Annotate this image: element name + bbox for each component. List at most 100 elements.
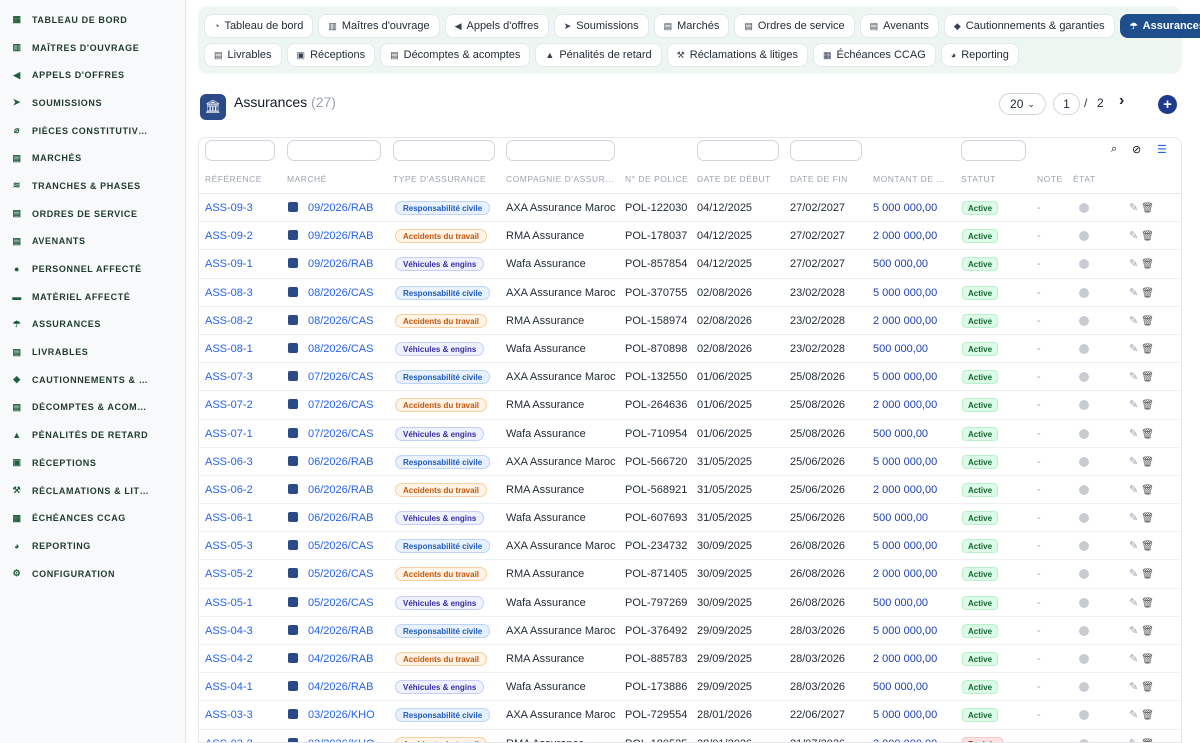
edit-icon[interactable]: ✎ <box>1129 428 1138 440</box>
tab-row1-1[interactable]: ▥ Maîtres d'ouvrage <box>318 14 440 38</box>
trash-icon[interactable]: 🗑 <box>1141 429 1154 440</box>
marche-link[interactable]: 04/2026/RAB <box>308 681 373 693</box>
tab-row1-8[interactable]: ☂ Assurances <box>1119 14 1200 38</box>
marche-link[interactable]: 06/2026/RAB <box>308 512 373 524</box>
reference-link[interactable]: ASS-03-2 <box>205 738 253 742</box>
sidebar-item-7[interactable]: ▤ ORDRES DE SERVICE <box>0 200 185 228</box>
table-row[interactable]: ASS-05-1 05/2026/CAS Véhicules & engins Waf… <box>199 589 1181 617</box>
sidebar-item-12[interactable]: ▤ LIVRABLES <box>0 338 185 366</box>
add-button[interactable]: + <box>1158 95 1177 114</box>
reference-link[interactable]: ASS-05-3 <box>205 540 253 552</box>
edit-icon[interactable]: ✎ <box>1129 484 1138 496</box>
sidebar-item-3[interactable]: ➤ SOUMISSIONS <box>0 89 185 117</box>
edit-icon[interactable]: ✎ <box>1129 597 1138 609</box>
edit-icon[interactable]: ✎ <box>1129 653 1138 665</box>
edit-icon[interactable]: ✎ <box>1129 512 1138 524</box>
table-row[interactable]: ASS-04-1 04/2026/RAB Véhicules & engins Waf… <box>199 673 1181 702</box>
reference-link[interactable]: ASS-08-3 <box>205 287 253 299</box>
trash-icon[interactable]: 🗑 <box>1141 400 1154 411</box>
reference-link[interactable]: ASS-03-3 <box>205 709 253 721</box>
sidebar-item-19[interactable]: ◕ REPORTING <box>0 532 185 560</box>
tab-row2-6[interactable]: ◕ Reporting <box>940 43 1019 67</box>
filter-end-date-input[interactable] <box>790 140 862 161</box>
trash-icon[interactable]: 🗑 <box>1141 739 1154 742</box>
table-row[interactable]: ASS-07-1 07/2026/CAS Véhicules & engins Waf… <box>199 420 1181 448</box>
marche-link[interactable]: 09/2026/RAB <box>308 202 373 214</box>
tab-row1-2[interactable]: ◀ Appels d'offres <box>444 14 549 38</box>
table-row[interactable]: ASS-09-3 09/2026/RAB Responsabilité civile… <box>199 194 1181 223</box>
sidebar-item-1[interactable]: ▥ MAÎTRES D'OUVRAGE <box>0 34 185 62</box>
col-type[interactable]: TYPE D'ASSURANCE <box>393 174 486 184</box>
table-row[interactable]: ASS-05-2 05/2026/CAS Accidents du travail R… <box>199 560 1181 589</box>
tab-row1-3[interactable]: ➤ Soumissions <box>553 14 649 38</box>
edit-icon[interactable]: ✎ <box>1129 202 1138 214</box>
table-row[interactable]: ASS-07-2 07/2026/CAS Accidents du travail R… <box>199 391 1181 420</box>
tab-row2-2[interactable]: ▤ Décomptes & acomptes <box>380 43 531 67</box>
sidebar-item-0[interactable]: ▦ TABLEAU DE BORD <box>0 6 185 34</box>
edit-icon[interactable]: ✎ <box>1129 371 1138 383</box>
tab-row1-5[interactable]: ▤ Ordres de service <box>734 14 855 38</box>
edit-icon[interactable]: ✎ <box>1129 540 1138 552</box>
reference-link[interactable]: ASS-06-1 <box>205 512 253 524</box>
columns-icon[interactable]: ☰ <box>1157 143 1167 156</box>
marche-link[interactable]: 03/2026/KHO <box>308 738 375 742</box>
trash-icon[interactable]: 🗑 <box>1141 541 1154 552</box>
reference-link[interactable]: ASS-07-3 <box>205 371 253 383</box>
trash-icon[interactable]: 🗑 <box>1141 569 1154 580</box>
edit-icon[interactable]: ✎ <box>1129 315 1138 327</box>
trash-icon[interactable]: 🗑 <box>1141 372 1154 383</box>
trash-icon[interactable]: 🗑 <box>1141 344 1154 355</box>
filter-status-input[interactable] <box>961 140 1026 161</box>
trash-icon[interactable]: 🗑 <box>1141 259 1154 270</box>
edit-icon[interactable]: ✎ <box>1129 230 1138 242</box>
table-row[interactable]: ASS-05-3 05/2026/CAS Responsabilité civile… <box>199 532 1181 561</box>
col-status[interactable]: STATUT <box>961 174 996 184</box>
tab-row1-7[interactable]: ◆ Cautionnements & garanties <box>943 14 1115 38</box>
trash-icon[interactable]: 🗑 <box>1141 598 1154 609</box>
trash-icon[interactable]: 🗑 <box>1141 316 1154 327</box>
reference-link[interactable]: ASS-08-1 <box>205 343 253 355</box>
tab-row1-4[interactable]: ▤ Marchés <box>653 14 730 38</box>
edit-icon[interactable]: ✎ <box>1129 399 1138 411</box>
col-company[interactable]: COMPAGNIE D'ASSURA… <box>506 174 614 184</box>
edit-icon[interactable]: ✎ <box>1129 258 1138 270</box>
sidebar-item-15[interactable]: ▲ PÉNALITÉS DE RETARD <box>0 421 185 449</box>
edit-icon[interactable]: ✎ <box>1129 625 1138 637</box>
sidebar-item-16[interactable]: ▣ RÉCEPTIONS <box>0 449 185 477</box>
edit-icon[interactable]: ✎ <box>1129 681 1138 693</box>
reference-link[interactable]: ASS-04-3 <box>205 625 253 637</box>
sidebar-item-13[interactable]: ◆ CAUTIONNEMENTS & … <box>0 366 185 394</box>
marche-link[interactable]: 04/2026/RAB <box>308 625 373 637</box>
sidebar-item-5[interactable]: ▤ MARCHÉS <box>0 144 185 172</box>
col-state[interactable]: ÉTAT <box>1073 174 1095 184</box>
filter-type-input[interactable] <box>393 140 495 161</box>
edit-icon[interactable]: ✎ <box>1129 343 1138 355</box>
reference-link[interactable]: ASS-04-2 <box>205 653 253 665</box>
filter-marche-input[interactable] <box>287 140 381 161</box>
reference-link[interactable]: ASS-05-2 <box>205 568 253 580</box>
trash-icon[interactable]: 🗑 <box>1141 288 1154 299</box>
edit-icon[interactable]: ✎ <box>1129 456 1138 468</box>
table-row[interactable]: ASS-06-2 06/2026/RAB Accidents du travail R… <box>199 476 1181 505</box>
table-row[interactable]: ASS-08-2 08/2026/CAS Accidents du travail R… <box>199 307 1181 335</box>
col-police[interactable]: N° DE POLICE <box>625 174 688 184</box>
marche-link[interactable]: 09/2026/RAB <box>308 258 373 270</box>
col-start-date[interactable]: DATE DE DÉBUT <box>697 174 771 184</box>
marche-link[interactable]: 09/2026/RAB <box>308 230 373 242</box>
reference-link[interactable]: ASS-08-2 <box>205 315 253 327</box>
marche-link[interactable]: 08/2026/CAS <box>308 287 373 299</box>
tab-row2-4[interactable]: ⚒ Réclamations & litiges <box>666 43 808 67</box>
table-row[interactable]: ASS-04-2 04/2026/RAB Accidents du travail R… <box>199 645 1181 674</box>
reference-link[interactable]: ASS-06-3 <box>205 456 253 468</box>
col-note[interactable]: NOTE <box>1037 174 1063 184</box>
tab-row1-0[interactable]: ◔ Tableau de bord <box>204 14 314 38</box>
next-page-button[interactable]: › <box>1119 92 1124 110</box>
trash-icon[interactable]: 🗑 <box>1141 485 1154 496</box>
sidebar-item-6[interactable]: ≋ TRANCHES & PHASES <box>0 172 185 200</box>
filter-company-input[interactable] <box>506 140 615 161</box>
marche-link[interactable]: 07/2026/CAS <box>308 399 373 411</box>
table-row[interactable]: ASS-04-3 04/2026/RAB Responsabilité civile… <box>199 617 1181 645</box>
tab-row1-6[interactable]: ▤ Avenants <box>859 14 939 38</box>
trash-icon[interactable]: 🗑 <box>1141 231 1154 242</box>
trash-icon[interactable]: 🗑 <box>1141 682 1154 693</box>
